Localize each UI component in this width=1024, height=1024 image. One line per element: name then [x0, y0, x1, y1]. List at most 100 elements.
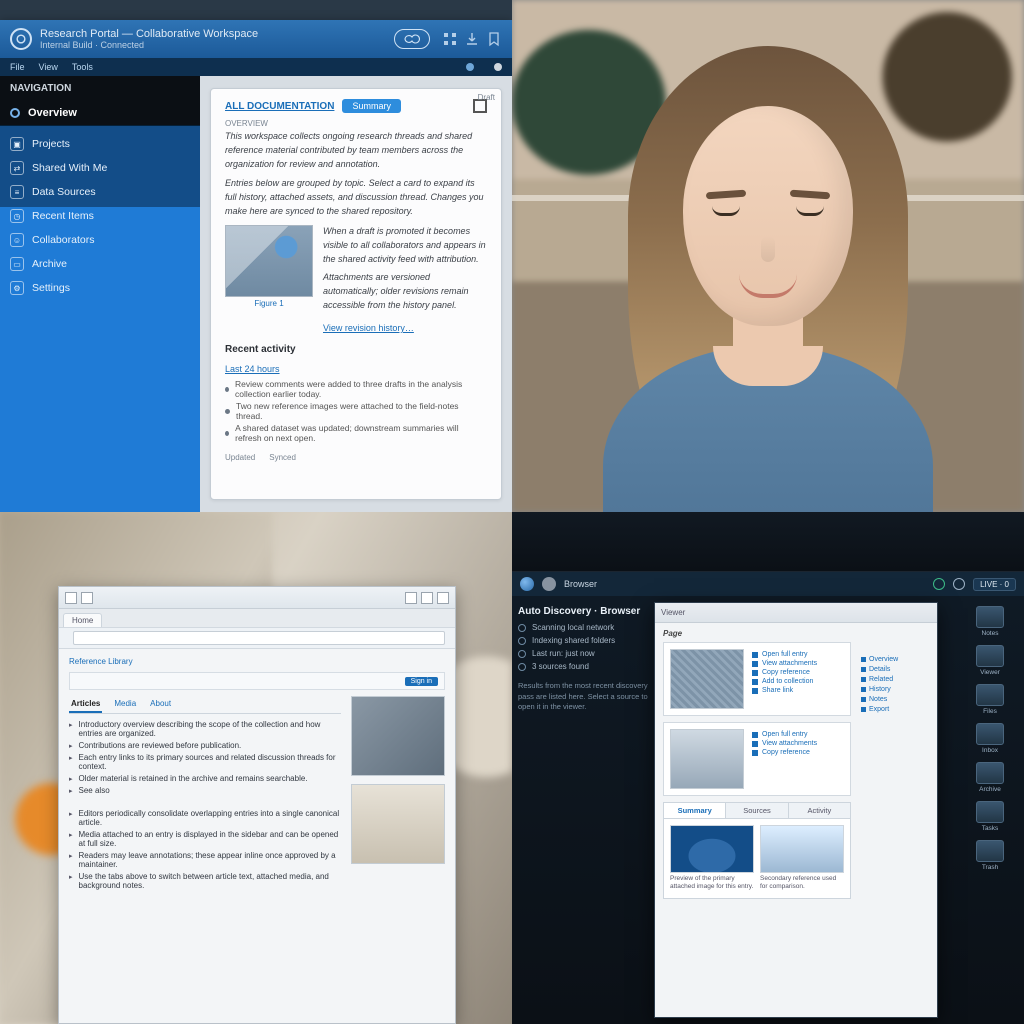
- card-link[interactable]: Copy reference: [752, 669, 817, 676]
- tab-media[interactable]: Media: [112, 696, 138, 713]
- panel-row[interactable]: Scanning local network: [518, 623, 648, 632]
- entry-card: Open full entry View attachments Copy re…: [663, 722, 851, 796]
- side-link[interactable]: Notes: [861, 696, 933, 703]
- window-button-icon[interactable]: [421, 592, 433, 604]
- sidebar-item-settings[interactable]: ⚙Settings: [0, 276, 200, 300]
- panel-row[interactable]: Indexing shared folders: [518, 636, 648, 645]
- square-icon: [861, 677, 866, 682]
- tile-caption: Secondary reference used for comparison.: [760, 875, 844, 892]
- grid-icon[interactable]: [442, 31, 458, 47]
- activity-item[interactable]: Review comments were added to three draf…: [225, 379, 487, 399]
- window-controls: [59, 587, 455, 609]
- folder-icon: ▣: [10, 137, 24, 151]
- thumbnail-caption: Figure 1: [225, 299, 313, 308]
- shortcut-icon: [976, 801, 1004, 823]
- sync-badge-icon[interactable]: [394, 29, 430, 49]
- card-image[interactable]: [670, 649, 744, 709]
- notice-banner: Sign in: [69, 672, 445, 690]
- sidebar-image[interactable]: [351, 696, 445, 776]
- square-icon: [752, 661, 758, 667]
- archive-icon: ▭: [10, 257, 24, 271]
- card-link[interactable]: Copy reference: [752, 749, 817, 756]
- square-icon: [752, 741, 758, 747]
- tile-caption: Preview of the primary attached image fo…: [670, 875, 754, 892]
- desktop-shortcut[interactable]: Notes: [962, 606, 1018, 637]
- desktop-shortcut[interactable]: Archive: [962, 762, 1018, 793]
- window-button-icon[interactable]: [405, 592, 417, 604]
- desktop-shortcut[interactable]: Inbox: [962, 723, 1018, 754]
- side-link[interactable]: Details: [861, 666, 933, 673]
- card-link[interactable]: Share link: [752, 687, 817, 694]
- tab-articles[interactable]: Articles: [69, 696, 102, 713]
- sidebar-item-data[interactable]: ≡Data Sources: [0, 180, 200, 204]
- menu-view[interactable]: View: [39, 62, 58, 72]
- doc-active-tab[interactable]: Summary: [342, 99, 401, 113]
- page-breadcrumb[interactable]: Reference Library: [69, 657, 445, 666]
- bookmark-icon[interactable]: [486, 31, 502, 47]
- window-button-icon[interactable]: [65, 592, 77, 604]
- sidebar-image[interactable]: [351, 784, 445, 864]
- activity-item[interactable]: A shared dataset was updated; downstream…: [225, 423, 487, 443]
- card-link[interactable]: Open full entry: [752, 731, 817, 738]
- tab-sources[interactable]: Sources: [726, 803, 788, 818]
- doc-paragraph: This workspace collects ongoing research…: [225, 130, 487, 172]
- panel-row: 3 sources found: [518, 662, 648, 671]
- menu-tools[interactable]: Tools: [72, 62, 93, 72]
- browser-window: Home Reference Library Sign in Articles: [58, 586, 456, 1024]
- card-link[interactable]: View attachments: [752, 660, 817, 667]
- viewer-titlebar: Viewer: [655, 603, 937, 623]
- url-input[interactable]: [73, 631, 445, 645]
- start-orb-icon[interactable]: [520, 577, 534, 591]
- titlebar: Research Portal — Collaborative Workspac…: [0, 20, 512, 58]
- browser-tab[interactable]: Home: [63, 613, 102, 627]
- download-icon[interactable]: [464, 31, 480, 47]
- list-item: See also: [69, 786, 341, 795]
- card-link[interactable]: View attachments: [752, 740, 817, 747]
- window-button-icon[interactable]: [81, 592, 93, 604]
- sidebar-item-shared[interactable]: ⇄Shared With Me: [0, 156, 200, 180]
- tab-about[interactable]: About: [148, 696, 173, 713]
- desktop-shortcut[interactable]: Files: [962, 684, 1018, 715]
- tab-activity[interactable]: Activity: [789, 803, 850, 818]
- taskbar-app-icon[interactable]: [542, 577, 556, 591]
- tab-summary[interactable]: Summary: [664, 803, 726, 818]
- signin-chip[interactable]: Sign in: [405, 677, 438, 686]
- shortcut-icon: [976, 606, 1004, 628]
- gear-icon[interactable]: [953, 578, 965, 590]
- list-item: Readers may leave annotations; these app…: [69, 851, 341, 869]
- viewer-tab-label[interactable]: Viewer: [661, 608, 685, 617]
- doc-breadcrumb-link[interactable]: ALL DOCUMENTATION: [225, 101, 334, 112]
- menubar: File View Tools: [0, 58, 512, 76]
- desktop-shortcut[interactable]: Trash: [962, 840, 1018, 871]
- activity-item[interactable]: Two new reference images were attached t…: [225, 401, 487, 421]
- tile[interactable]: Secondary reference used for comparison.: [760, 825, 844, 892]
- card-image[interactable]: [670, 729, 744, 789]
- card-link[interactable]: Open full entry: [752, 651, 817, 658]
- shortcut-icon: [976, 723, 1004, 745]
- filter-link[interactable]: Last 24 hours: [225, 364, 280, 374]
- card-link[interactable]: Add to collection: [752, 678, 817, 685]
- app-title: Research Portal — Collaborative Workspac…: [40, 28, 258, 51]
- tile[interactable]: Preview of the primary attached image fo…: [670, 825, 754, 892]
- sidebar-item-recent[interactable]: ◷Recent Items: [0, 204, 200, 228]
- menu-file[interactable]: File: [10, 62, 25, 72]
- doc-paragraph: Attachments are versioned automatically;…: [323, 271, 487, 313]
- list-item: Each entry links to its primary sources …: [69, 753, 341, 771]
- sidebar-item-archive[interactable]: ▭Archive: [0, 252, 200, 276]
- desktop-shortcut[interactable]: Viewer: [962, 645, 1018, 676]
- side-link[interactable]: Overview: [861, 656, 933, 663]
- square-icon: [752, 652, 758, 658]
- window-button-icon[interactable]: [437, 592, 449, 604]
- sidebar-item-projects[interactable]: ▣Projects: [0, 132, 200, 156]
- side-link[interactable]: Export: [861, 706, 933, 713]
- side-link[interactable]: History: [861, 686, 933, 693]
- dot-icon: [518, 624, 526, 632]
- desktop-shortcut[interactable]: Tasks: [962, 801, 1018, 832]
- sidebar-item-collab[interactable]: ☺Collaborators: [0, 228, 200, 252]
- history-link[interactable]: View revision history…: [323, 323, 414, 333]
- thumbnail-image[interactable]: [225, 225, 313, 297]
- sidebar-item-selected[interactable]: Overview: [0, 100, 200, 126]
- side-link[interactable]: Related: [861, 676, 933, 683]
- square-icon: [861, 687, 866, 692]
- page-tabs: Articles Media About: [69, 696, 341, 714]
